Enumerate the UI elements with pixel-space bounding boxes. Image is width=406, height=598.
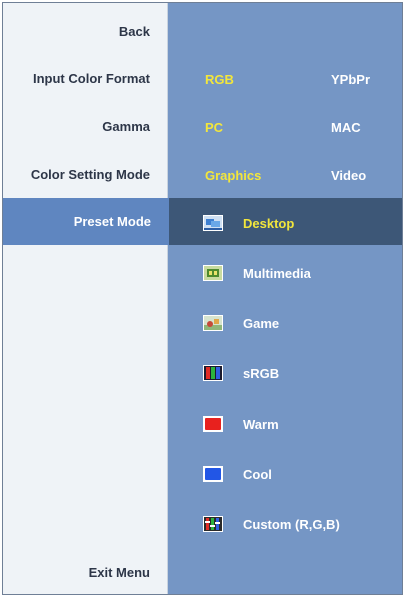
- preset-warm[interactable]: Warm: [203, 411, 279, 437]
- osd-menu: Back Input Color Format Gamma Color Sett…: [2, 2, 403, 595]
- preset-cool[interactable]: Cool: [203, 461, 272, 487]
- option-gamma-mac[interactable]: MAC: [331, 120, 361, 135]
- menu-item-input-color-format[interactable]: Input Color Format: [3, 55, 168, 102]
- preset-game[interactable]: Game: [203, 310, 279, 336]
- multimedia-icon: [203, 265, 223, 281]
- option-graphics[interactable]: Graphics: [205, 168, 261, 183]
- preset-label: Warm: [243, 416, 279, 432]
- desktop-icon: [203, 215, 223, 231]
- right-options-panel: [168, 3, 402, 594]
- cool-icon: [203, 466, 223, 482]
- preset-label: Custom (R,G,B): [243, 516, 340, 532]
- option-gamma-pc[interactable]: PC: [205, 120, 223, 135]
- preset-label: Multimedia: [243, 265, 311, 281]
- menu-item-preset-mode[interactable]: Preset Mode: [3, 198, 169, 245]
- preset-desktop[interactable]: Desktop: [203, 210, 294, 236]
- preset-multimedia[interactable]: Multimedia: [203, 260, 311, 286]
- preset-srgb[interactable]: sRGB: [203, 360, 279, 386]
- menu-item-back[interactable]: Back: [3, 8, 168, 55]
- warm-icon: [203, 416, 223, 432]
- left-menu-panel: Back Input Color Format Gamma Color Sett…: [3, 3, 169, 594]
- menu-item-gamma[interactable]: Gamma: [3, 103, 168, 150]
- srgb-icon: [203, 365, 223, 381]
- preset-label: sRGB: [243, 365, 280, 381]
- preset-label: Cool: [243, 466, 272, 482]
- preset-custom-rgb[interactable]: Custom (R,G,B): [203, 511, 340, 537]
- menu-item-exit-menu[interactable]: Exit Menu: [3, 549, 168, 594]
- option-video[interactable]: Video: [331, 168, 366, 183]
- menu-item-color-setting-mode[interactable]: Color Setting Mode: [3, 151, 168, 198]
- preset-label: Desktop: [243, 215, 295, 231]
- option-ypbpr[interactable]: YPbPr: [331, 72, 370, 87]
- custom-rgb-icon: [203, 516, 223, 532]
- option-rgb[interactable]: RGB: [205, 72, 234, 87]
- game-icon: [203, 315, 223, 331]
- preset-label: Game: [243, 315, 280, 331]
